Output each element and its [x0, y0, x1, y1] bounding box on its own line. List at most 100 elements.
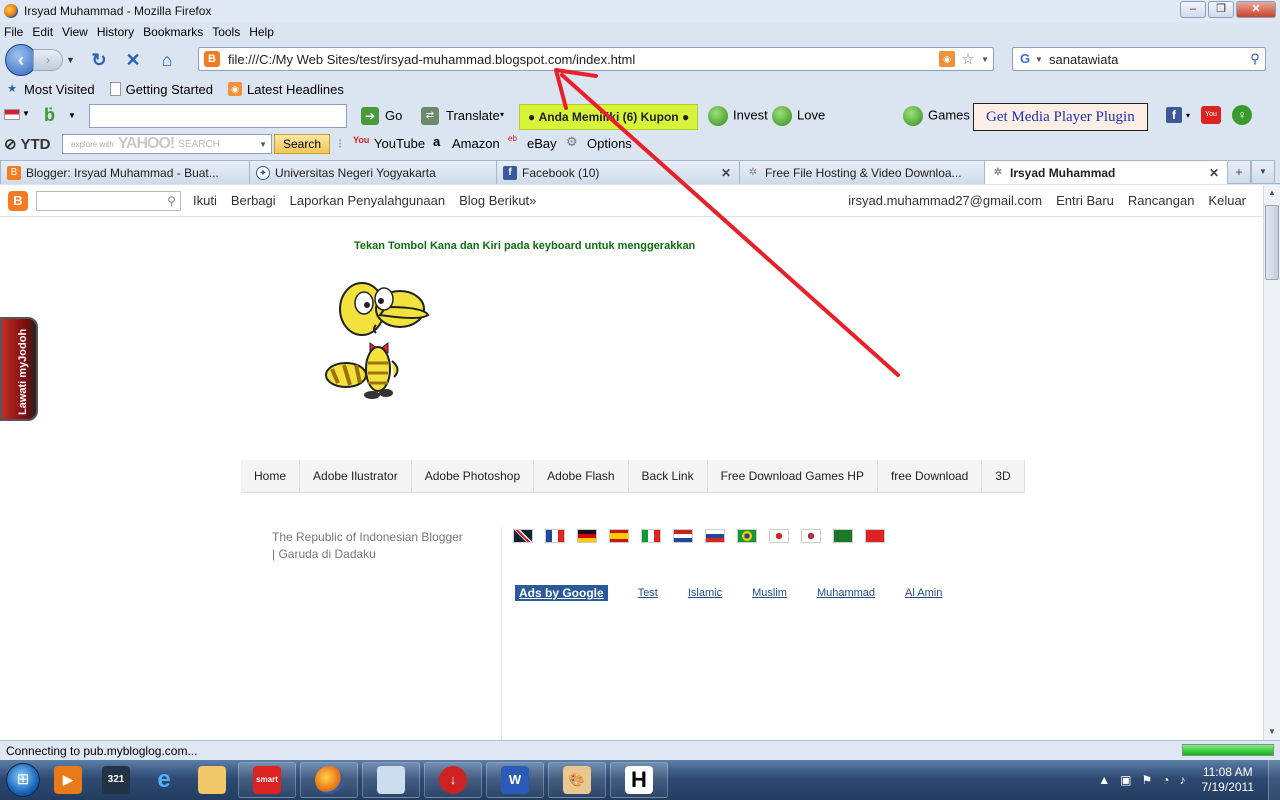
link-laporkan[interactable]: Laporkan Penyalahgunaan [290, 193, 445, 208]
scroll-up-icon[interactable]: ▲ [1264, 185, 1280, 201]
love-button[interactable]: Love [772, 106, 825, 126]
menu-view[interactable]: View [62, 25, 88, 39]
show-desktop-button[interactable] [1268, 760, 1280, 800]
ad-link-test[interactable]: Test [638, 587, 658, 599]
lightbulb-icon[interactable]: ♀ [1232, 105, 1252, 125]
search-bar[interactable]: G ▼ sanatawiata ⚲ [1012, 47, 1266, 71]
games-button[interactable]: Games [903, 106, 970, 126]
close-tab-icon[interactable]: ✕ [719, 166, 733, 180]
menu-history[interactable]: History [97, 25, 134, 39]
nav-back-link[interactable]: Back Link [629, 460, 708, 493]
tray-flag-icon[interactable]: ⚑ [1141, 773, 1152, 787]
system-clock[interactable]: 11:08 AM 7/19/2011 [1202, 765, 1255, 795]
nav-adobe-photoshop[interactable]: Adobe Photoshop [412, 460, 535, 493]
media-player-plugin-button[interactable]: Get Media Player Plugin [973, 103, 1148, 131]
nav-home[interactable]: Home [241, 460, 301, 493]
nav-free-download-games[interactable]: Free Download Games HP [708, 460, 878, 493]
us-flag-icon[interactable] [4, 109, 20, 120]
home-icon[interactable]: ⌂ [156, 49, 178, 71]
link-keluar[interactable]: Keluar [1208, 193, 1246, 208]
taskbar-explorer[interactable] [190, 762, 234, 798]
flag-uk-icon[interactable] [513, 529, 533, 543]
taskbar-smart[interactable]: smart [238, 762, 296, 798]
tray-expand-icon[interactable]: ▲ [1098, 773, 1110, 787]
flag-china-icon[interactable] [865, 529, 885, 543]
search-query[interactable]: sanatawiata [1049, 52, 1245, 67]
taskbar-internet-explorer[interactable]: e [142, 762, 186, 798]
yahoo-search-input[interactable]: explore with YAHOO! SEARCH ▼ [62, 134, 272, 154]
taskbar-download-tool[interactable]: ↓ [424, 762, 482, 798]
translate-button[interactable]: Translate [446, 108, 500, 123]
flag-spain-icon[interactable] [609, 529, 629, 543]
tab-blogger[interactable]: B Blogger: Irsyad Muhammad - Buat... [0, 160, 250, 184]
forward-button[interactable]: › [33, 49, 63, 71]
search-magnifier-icon[interactable]: ⚲ [1245, 51, 1265, 67]
search-icon[interactable]: ⚲ [167, 194, 176, 208]
yahoo-search-button[interactable]: Search [274, 134, 331, 154]
go-button[interactable]: Go [385, 108, 402, 123]
nav-free-download[interactable]: free Download [878, 460, 983, 493]
invest-button[interactable]: Invest [708, 106, 768, 126]
flag-netherlands-icon[interactable] [673, 529, 693, 543]
tab-uny[interactable]: ✦ Universitas Negeri Yogyakarta [249, 160, 497, 184]
taskbar-paint[interactable]: 🎨 [548, 762, 606, 798]
url-dropdown-icon[interactable]: ▼ [977, 55, 993, 64]
ad-link-al-amin[interactable]: Al Amin [905, 587, 942, 599]
babylon-icon[interactable]: ḃ [44, 105, 55, 126]
youtube-icon[interactable]: You [1201, 106, 1221, 124]
menu-help[interactable]: Help [249, 25, 274, 39]
ads-by-google-link[interactable]: Ads by Google [515, 585, 608, 601]
taskbar-notepad[interactable] [362, 762, 420, 798]
flag-germany-icon[interactable] [577, 529, 597, 543]
menu-file[interactable]: File [4, 25, 23, 39]
translate-dropdown-icon[interactable]: ▾ [500, 110, 504, 119]
options-button[interactable]: Options [587, 136, 632, 151]
coupon-badge[interactable]: ● Anda Memiliki (6) Kupon ● [519, 104, 699, 130]
amazon-link[interactable]: Amazon [452, 136, 500, 151]
list-all-tabs-icon[interactable]: ▼ [1251, 160, 1275, 184]
google-search-engine-icon[interactable]: G [1017, 51, 1033, 67]
flag-italy-icon[interactable] [641, 529, 661, 543]
flag-saudi-arabia-icon[interactable] [833, 529, 853, 543]
flag-dropdown-icon[interactable]: ▼ [22, 109, 30, 118]
flag-brazil-icon[interactable] [737, 529, 757, 543]
close-tab-icon[interactable]: ✕ [1207, 166, 1221, 180]
link-entri-baru[interactable]: Entri Baru [1056, 193, 1114, 208]
url-text[interactable]: file:///C:/My Web Sites/test/irsyad-muha… [228, 52, 939, 67]
link-blog-berikut[interactable]: Blog Berikut» [459, 193, 536, 208]
yahoo-dropdown-icon[interactable]: ▼ [259, 140, 267, 149]
babylon-dropdown-icon[interactable]: ▼ [68, 111, 76, 120]
taskbar-321-player[interactable]: 321 [94, 762, 138, 798]
tray-device-icon[interactable]: ▣ [1120, 773, 1131, 787]
nav-adobe-ilustrator[interactable]: Adobe Ilustrator [300, 460, 412, 493]
ytd-button[interactable]: ⊘ YTD [4, 135, 50, 153]
ebay-link[interactable]: eBay [527, 136, 557, 151]
nav-adobe-flash[interactable]: Adobe Flash [534, 460, 629, 493]
history-dropdown-icon[interactable]: ▼ [66, 55, 76, 65]
flag-russia-icon[interactable] [705, 529, 725, 543]
blog-search-input[interactable]: ⚲ [36, 190, 181, 211]
myjodoh-side-badge[interactable]: Lawati myJodoh [0, 317, 38, 421]
menu-bookmarks[interactable]: Bookmarks [143, 25, 203, 39]
bookmark-most-visited[interactable]: ★ Most Visited [0, 82, 95, 97]
flag-korea-icon[interactable] [801, 529, 821, 543]
menu-edit[interactable]: Edit [32, 25, 53, 39]
flag-japan-icon[interactable] [769, 529, 789, 543]
tab-facebook[interactable]: f Facebook (10) ✕ [496, 160, 740, 184]
close-window-button[interactable]: ✕ [1236, 1, 1276, 18]
rss-feed-icon[interactable]: ◉ [939, 51, 955, 67]
tray-volume-icon[interactable]: ♪ [1180, 773, 1186, 787]
link-ikuti[interactable]: Ikuti [193, 193, 217, 208]
cartoon-character-image[interactable] [320, 277, 432, 417]
toolbar-search-input[interactable] [89, 104, 347, 128]
link-berbagi[interactable]: Berbagi [231, 193, 276, 208]
ad-link-muhammad[interactable]: Muhammad [817, 587, 875, 599]
scrollbar-thumb[interactable] [1265, 205, 1279, 280]
facebook-dropdown-icon[interactable]: ▾ [1186, 111, 1190, 120]
start-button[interactable]: ⊞ [0, 760, 46, 800]
address-bar[interactable]: B file:///C:/My Web Sites/test/irsyad-mu… [198, 47, 994, 71]
nav-3d[interactable]: 3D [982, 460, 1025, 493]
taskbar-h-app[interactable]: H [610, 762, 668, 798]
facebook-icon[interactable]: f [1166, 107, 1182, 123]
taskbar-firefox[interactable] [300, 762, 358, 798]
